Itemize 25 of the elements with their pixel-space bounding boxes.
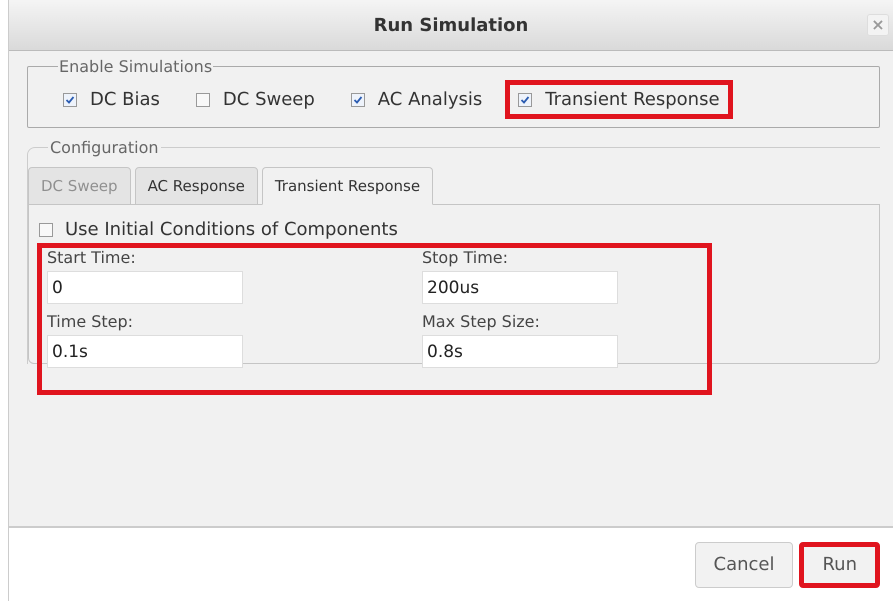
checkbox[interactable] <box>39 222 53 236</box>
field-label: Start Time: <box>47 248 137 267</box>
checkbox[interactable] <box>63 92 77 106</box>
window-title: Run Simulation <box>374 14 528 36</box>
input-field[interactable]: 200us <box>422 271 618 304</box>
group-legend: Enable Simulations <box>58 57 214 76</box>
tab[interactable]: Transient Response <box>262 167 434 205</box>
input-field[interactable]: 0.8s <box>422 335 618 368</box>
checkbox[interactable] <box>196 92 210 106</box>
field-label: Stop Time: <box>422 248 510 267</box>
checkbox[interactable] <box>518 92 532 106</box>
field-label: Time Step: <box>47 312 134 331</box>
checkbox-label: Transient Response <box>545 89 720 110</box>
checkbox-label: AC Analysis <box>378 89 482 110</box>
tab[interactable]: AC Response <box>134 167 258 205</box>
group-legend: Configuration <box>48 138 161 157</box>
checkbox-label: Use Initial Conditions of Components <box>65 219 398 240</box>
checkbox-label: DC Bias <box>90 89 160 110</box>
input-field[interactable]: 0.1s <box>47 335 243 368</box>
checkbox[interactable] <box>350 92 365 106</box>
checkbox-label: DC Sweep <box>222 89 315 110</box>
dialog-button[interactable]: Cancel <box>694 542 794 588</box>
input-field[interactable]: 0 <box>47 271 243 304</box>
field-label: Max Step Size: <box>422 312 541 331</box>
dialog-button[interactable]: Run <box>799 542 880 588</box>
